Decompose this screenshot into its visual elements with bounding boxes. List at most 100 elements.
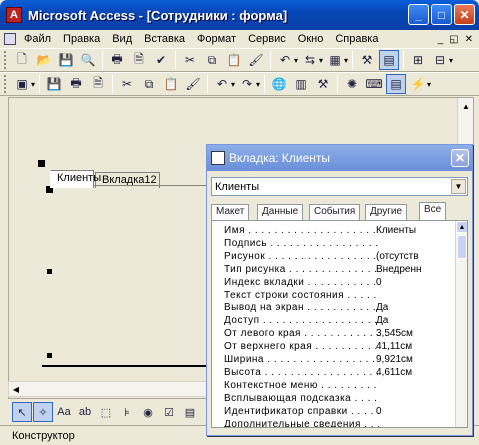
menu-insert[interactable]: Вставка	[138, 33, 191, 45]
properties-title-bar[interactable]: Вкладка: Клиенты ✕	[207, 145, 472, 171]
properties-icon[interactable]: ▤	[386, 74, 407, 94]
sizing-handle[interactable]	[47, 353, 52, 358]
analyze-icon[interactable]: ▦	[325, 50, 345, 70]
scroll-left-icon[interactable]: ◀	[9, 382, 23, 396]
open-icon[interactable]: 📂	[34, 50, 54, 70]
print-icon[interactable]: 🖶	[66, 74, 86, 94]
office-links-icon[interactable]: ⇆	[300, 50, 320, 70]
print-icon[interactable]: 🖶	[107, 50, 127, 70]
form-doc-icon[interactable]	[4, 33, 16, 45]
sizing-handle[interactable]	[47, 269, 52, 274]
new-object-icon[interactable]: ⊟	[430, 50, 450, 70]
menu-edit[interactable]: Правка	[57, 33, 106, 45]
new-icon[interactable]: 🗋	[12, 50, 32, 70]
chevron-down-icon[interactable]: ▾	[231, 80, 235, 89]
property-row[interactable]: Высота . . . . . . . . . . . . . . . . .…	[214, 367, 454, 381]
textbox-tool-icon[interactable]: ab	[75, 402, 95, 422]
combo-box-icon[interactable]: ▤	[180, 402, 200, 422]
chevron-down-icon[interactable]: ▾	[256, 80, 260, 89]
spelling-icon[interactable]: ✔	[151, 50, 171, 70]
properties-scrollbar[interactable]: ▲	[455, 221, 467, 427]
property-row[interactable]: Доступ . . . . . . . . . . . . . . . . .…	[214, 315, 454, 329]
property-row[interactable]: От верхнего края . . . . . . . . . . . .…	[214, 341, 454, 355]
menu-tools[interactable]: Сервис	[242, 33, 292, 45]
property-row[interactable]: Вывод на экран . . . . . . . . . . . . .…	[214, 302, 454, 316]
tab-events[interactable]: События	[309, 204, 361, 220]
minimize-button[interactable]: _	[408, 4, 429, 25]
checkbox-tool-icon[interactable]: ☑	[159, 402, 179, 422]
toggle-button-icon[interactable]: ⊧	[117, 402, 137, 422]
design-horizontal-scrollbar[interactable]: ◀	[8, 381, 208, 397]
save-icon[interactable]: 💾	[44, 74, 64, 94]
mdi-restore-button[interactable]: ◱	[449, 34, 458, 45]
scroll-thumb[interactable]	[457, 235, 467, 259]
menu-view[interactable]: Вид	[106, 33, 138, 45]
property-value[interactable]: Клиенты	[376, 225, 416, 236]
property-row[interactable]: Ширина . . . . . . . . . . . . . . . . .…	[214, 354, 454, 368]
format-painter-icon[interactable]: 🖌	[246, 50, 266, 70]
close-button[interactable]: ✕	[454, 4, 475, 25]
chevron-down-icon[interactable]: ▾	[294, 56, 298, 65]
scroll-up-icon[interactable]: ▲	[458, 98, 474, 114]
database-window-icon[interactable]: ⊞	[408, 50, 428, 70]
redo-icon[interactable]: ↷	[237, 74, 257, 94]
cut-icon[interactable]: ✂	[117, 74, 137, 94]
property-value[interactable]: Внедренн	[376, 264, 422, 275]
property-row[interactable]: Имя . . . . . . . . . . . . . . . . . . …	[214, 225, 454, 239]
property-row[interactable]: Контекстное меню . . . . . . . . . . . .…	[214, 380, 454, 394]
paste-icon[interactable]: 📋	[161, 74, 181, 94]
chevron-down-icon[interactable]: ▾	[319, 56, 323, 65]
save-icon[interactable]: 💾	[56, 50, 76, 70]
property-row[interactable]: Идентификатор справки . . . . . . . . . …	[214, 406, 454, 420]
tab-other[interactable]: Другие	[365, 204, 408, 220]
autoformat-icon[interactable]: ✺	[342, 74, 362, 94]
move-handle[interactable]	[38, 160, 45, 167]
tab-all[interactable]: Все	[419, 202, 447, 220]
object-selector[interactable]: Клиенты ▼	[211, 177, 468, 196]
property-value[interactable]: 0	[376, 406, 382, 417]
property-row[interactable]: Всплывающая подсказка . . . . . . . . . …	[214, 393, 454, 407]
chevron-down-icon[interactable]: ▾	[344, 56, 348, 65]
select-objects-icon[interactable]: ↖	[12, 402, 32, 422]
undo-icon[interactable]: ↶	[212, 74, 232, 94]
menu-format[interactable]: Формат	[191, 33, 242, 45]
toolbox-icon[interactable]: ⚒	[313, 74, 333, 94]
copy-icon[interactable]: ⧉	[202, 50, 222, 70]
mdi-close-button[interactable]: ✕	[465, 34, 473, 45]
control-wizards-icon[interactable]: ✧	[33, 402, 53, 422]
chevron-down-icon[interactable]: ▾	[427, 80, 431, 89]
format-painter-icon[interactable]: 🖌	[183, 74, 203, 94]
paste-icon[interactable]: 📋	[224, 50, 244, 70]
property-value[interactable]: 4,611см	[376, 367, 412, 378]
tab-layout[interactable]: Макет	[211, 204, 250, 220]
print-preview-icon[interactable]: 🗎	[129, 50, 149, 70]
design-tab-clients[interactable]: Клиенты	[50, 170, 101, 188]
chevron-down-icon[interactable]: ▾	[31, 80, 35, 89]
print-preview-icon[interactable]: 🗎	[88, 74, 108, 94]
maximize-button[interactable]: □	[431, 4, 452, 25]
hyperlink-icon[interactable]: 🌐	[269, 74, 289, 94]
property-value[interactable]: 9,921см	[376, 354, 413, 365]
option-button-icon[interactable]: ◉	[138, 402, 158, 422]
property-value[interactable]: (отсутств	[376, 251, 419, 262]
chevron-down-icon[interactable]: ▼	[451, 179, 466, 194]
property-row[interactable]: Подпись . . . . . . . . . . . . . . . . …	[214, 238, 454, 252]
property-row[interactable]: Дополнительные сведения . . . . . . . . …	[214, 419, 454, 428]
copy-icon[interactable]: ⧉	[139, 74, 159, 94]
property-value[interactable]: 0	[376, 277, 382, 288]
field-list-icon[interactable]: ▥	[291, 74, 311, 94]
label-tool-icon[interactable]: Aa	[54, 402, 74, 422]
view-icon[interactable]: ▣	[12, 74, 32, 94]
code-icon[interactable]: ⌨	[364, 74, 384, 94]
relationships-icon[interactable]: ⚒	[357, 50, 377, 70]
access-key-icon[interactable]: A	[6, 7, 22, 23]
undo-icon[interactable]: ↶	[275, 50, 295, 70]
menu-file[interactable]: Файл	[18, 33, 57, 45]
property-row[interactable]: Текст строки состояния . . . . . . . . .…	[214, 290, 454, 304]
toolbar-grip[interactable]	[4, 51, 7, 69]
build-icon[interactable]: ⚡	[408, 74, 428, 94]
property-value[interactable]: Да	[376, 302, 388, 313]
property-row[interactable]: От левого края . . . . . . . . . . . . .…	[214, 328, 454, 342]
toolbar-grip[interactable]	[4, 75, 7, 93]
property-value[interactable]: Да	[376, 315, 388, 326]
